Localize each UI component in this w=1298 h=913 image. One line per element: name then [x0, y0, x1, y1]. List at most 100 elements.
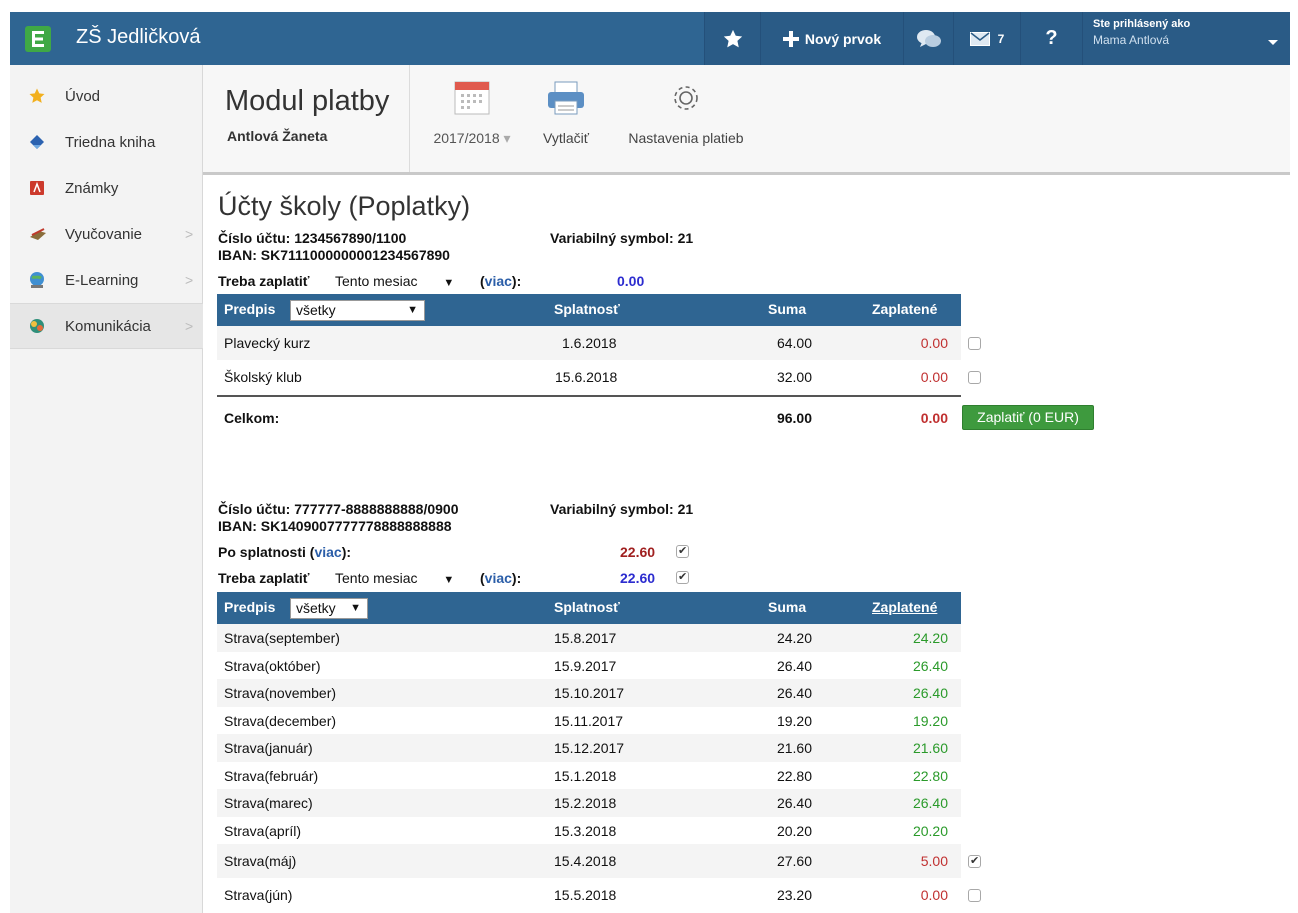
account2-filter-select[interactable]: všetky ▼ — [290, 598, 368, 619]
row-amount: 26.40 — [776, 657, 812, 674]
sidebar-item-uvod[interactable]: Úvod — [10, 73, 203, 119]
account2-period-select[interactable]: Tento mesiac ▼ — [335, 570, 454, 586]
star-icon — [28, 87, 46, 105]
paren-close: ): — [511, 273, 522, 289]
year-label: 2017/2018 — [433, 130, 500, 146]
row-amount: 24.20 — [776, 630, 812, 646]
school-logo-icon[interactable] — [25, 26, 51, 52]
account1-iban: IBAN: SK7111000000001234567890 — [218, 247, 450, 263]
user-label: Ste prihlásený ako — [1093, 18, 1191, 30]
header-suma[interactable]: Suma — [768, 301, 806, 317]
table-row: Plavecký kurz 1.6.2018 64.00 0.00 — [217, 326, 961, 360]
row-name: Strava(apríl) — [224, 822, 302, 839]
header-suma[interactable]: Suma — [768, 599, 806, 615]
school-name[interactable]: ZŠ Jedličková — [76, 26, 201, 49]
row-name: Strava(jún) — [224, 887, 293, 903]
messages-button[interactable]: 7 — [953, 12, 1020, 65]
year-selector[interactable]: 2017/2018 ▾ — [425, 65, 519, 147]
overdue-checkbox[interactable] — [676, 544, 689, 558]
header-zaplatene[interactable]: Zaplatené — [872, 599, 937, 615]
header-predpis: Predpis — [224, 301, 276, 317]
new-item-button[interactable]: Nový prvok — [760, 12, 903, 65]
row-name: Strava(október) — [224, 657, 321, 674]
row-amount: 32.00 — [776, 369, 812, 385]
user-menu[interactable]: Ste prihlásený ako Mama Antlová — [1082, 12, 1290, 65]
row-paid: 26.40 — [912, 795, 948, 811]
sidebar-item-label: Vyučovanie — [65, 225, 142, 243]
paren-close: ): — [341, 544, 352, 560]
account1-more-link[interactable]: viac — [485, 273, 512, 289]
row-checkbox[interactable] — [968, 854, 981, 868]
account2-more: (viac): — [480, 570, 521, 586]
table-row: Strava(máj) 15.4.2018 27.60 5.00 — [217, 844, 961, 878]
help-button[interactable]: ? — [1020, 12, 1082, 65]
row-name: Strava(február) — [224, 767, 319, 784]
row-checkbox[interactable] — [968, 337, 981, 350]
chevron-right-icon: > — [185, 272, 194, 288]
sidebar-item-triedna-kniha[interactable]: Triedna kniha — [10, 119, 203, 165]
account1-filter-select[interactable]: všetky ▼ — [290, 300, 425, 321]
messages-count-badge: 7 — [997, 31, 1005, 46]
header-predpis: Predpis — [224, 599, 276, 615]
account1-need-pay-label: Treba zaplatiť — [218, 273, 310, 289]
grades-icon — [28, 179, 46, 197]
table-row: Strava(december) 15.11.2017 19.20 19.20 — [217, 707, 961, 735]
chat-button[interactable] — [903, 12, 953, 65]
favorites-button[interactable] — [704, 12, 760, 65]
row-name: Strava(november) — [224, 685, 337, 701]
table-row: Strava(január) 15.12.2017 21.60 21.60 — [217, 734, 961, 762]
row-amount: 23.20 — [776, 887, 812, 903]
row-due: 15.8.2017 — [554, 630, 617, 646]
header-splatnost[interactable]: Splatnosť — [554, 301, 620, 317]
sidebar-item-label: Komunikácia — [65, 317, 151, 335]
sidebar-item-e-learning[interactable]: E-Learning > — [10, 257, 203, 303]
period-value: Tento mesiac — [335, 273, 418, 289]
row-due: 15.3.2018 — [554, 822, 617, 839]
dropdown-arrow-icon: ▼ — [407, 304, 418, 316]
payment-settings-label: Nastavenia platieb — [628, 130, 744, 146]
row-name: Strava(december) — [224, 712, 337, 729]
filter-value: všetky — [296, 600, 336, 616]
row-amount: 19.20 — [776, 712, 812, 729]
row-paid: 0.00 — [920, 887, 948, 903]
star-icon — [722, 28, 744, 50]
caret-down-icon — [1268, 40, 1278, 45]
user-name: Mama Antlová — [1093, 33, 1170, 47]
print-button[interactable]: Vytlačiť — [536, 65, 596, 146]
account2-overdue-more-link[interactable]: viac — [314, 544, 341, 560]
row-due: 15.4.2018 — [554, 853, 617, 869]
payment-settings-button[interactable]: Nastavenia platieb — [616, 65, 756, 146]
year-caret-icon: ▾ — [503, 130, 511, 146]
header-splatnost[interactable]: Splatnosť — [554, 599, 620, 615]
table-row: Strava(apríl) 15.3.2018 20.20 20.20 — [217, 817, 961, 845]
row-due: 15.11.2017 — [554, 712, 624, 729]
sidebar-item-komunikacia[interactable]: Komunikácia > — [10, 303, 203, 349]
row-due: 15.12.2017 — [554, 740, 625, 756]
sidebar-item-znamky[interactable]: Známky — [10, 165, 203, 211]
sidebar-item-label: Známky — [65, 179, 119, 197]
row-name: Strava(marec) — [224, 795, 313, 811]
row-amount: 26.40 — [776, 795, 812, 811]
row-name: Plavecký kurz — [224, 335, 311, 351]
need-pay-checkbox[interactable] — [676, 570, 689, 584]
account2-variable-symbol: Variabilný symbol: 21 — [550, 501, 694, 517]
row-checkbox[interactable] — [968, 889, 981, 902]
sidebar-item-vyucovanie[interactable]: Vyučovanie > — [10, 211, 203, 257]
print-label: Vytlačiť — [543, 130, 589, 146]
gear-icon — [667, 81, 705, 118]
account1-variable-symbol: Variabilný symbol: 21 — [550, 230, 694, 246]
account2-more-link[interactable]: viac — [485, 570, 512, 586]
row-due: 1.6.2018 — [562, 335, 617, 351]
row-due: 15.10.2017 — [554, 685, 625, 701]
row-paid: 26.40 — [912, 657, 948, 674]
header-zaplatene[interactable]: Zaplatené — [872, 301, 937, 317]
overdue-label: Po splatnosti — [218, 544, 306, 560]
row-checkbox[interactable] — [968, 371, 981, 384]
chevron-right-icon: > — [185, 318, 194, 334]
row-amount: 21.60 — [776, 740, 812, 756]
account1-period-select[interactable]: Tento mesiac ▼ — [335, 273, 454, 289]
book-icon — [28, 133, 46, 151]
account2-need-pay-value: 22.60 — [620, 570, 656, 586]
pay-button[interactable]: Zaplatiť (0 EUR) — [962, 405, 1094, 430]
teaching-icon — [28, 225, 46, 243]
